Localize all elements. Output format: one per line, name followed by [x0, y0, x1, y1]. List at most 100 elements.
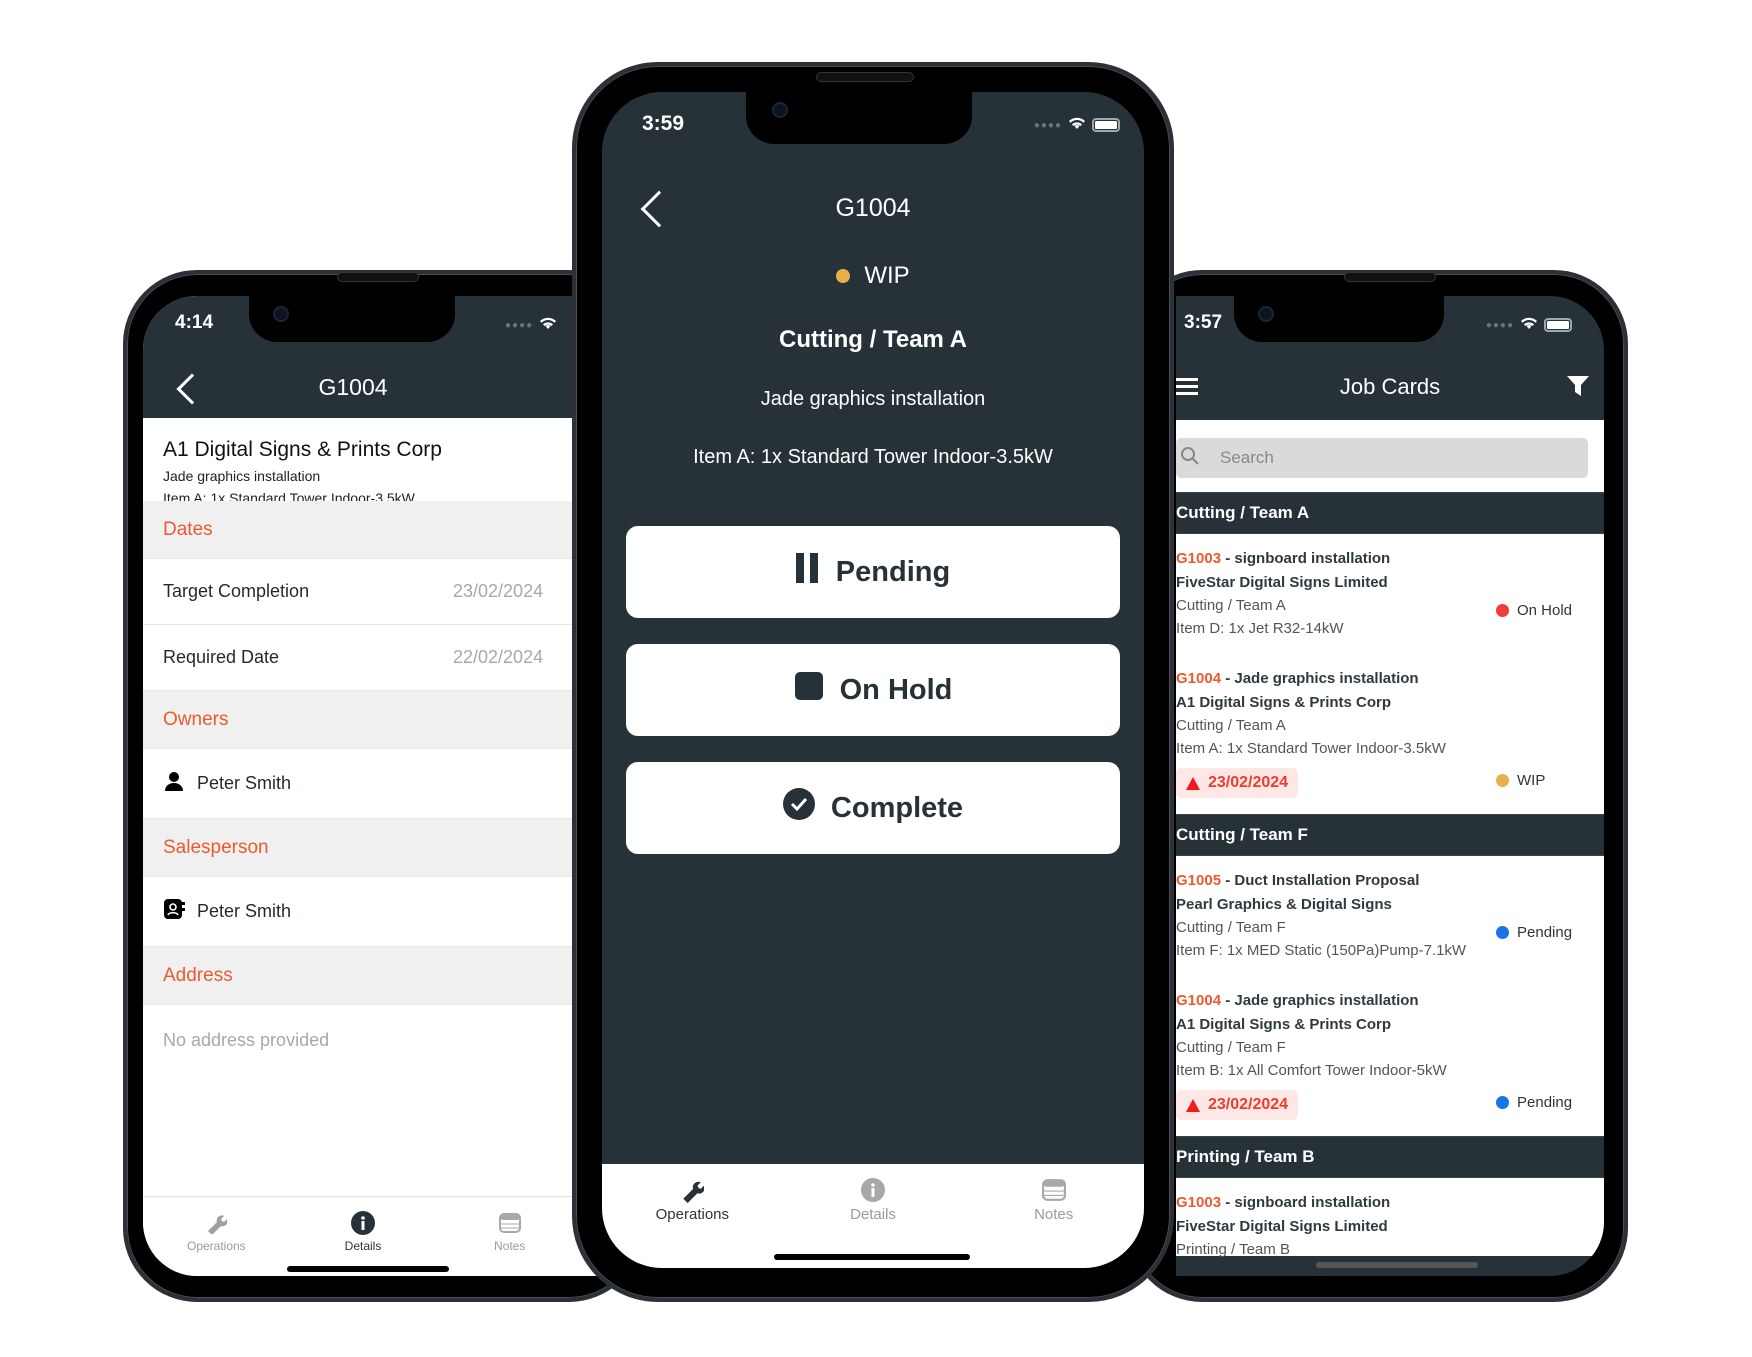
search-input[interactable]: Search: [1176, 438, 1588, 478]
home-indicator[interactable]: [287, 1266, 449, 1272]
status-badge: On Hold: [1496, 602, 1572, 619]
job-card[interactable]: G1004 - Jade graphics installation A1 Di…: [1176, 654, 1604, 814]
notch: [249, 296, 455, 342]
job-card[interactable]: G1004 - Jade graphics installation A1 Di…: [1176, 976, 1604, 1136]
status-dot-wip: [1496, 774, 1509, 787]
search-placeholder: Search: [1220, 448, 1274, 467]
notes-icon: [498, 1211, 522, 1235]
status-badge: Pending: [1496, 1094, 1572, 1111]
home-indicator[interactable]: [1316, 1262, 1478, 1268]
tab-notes[interactable]: Notes: [963, 1178, 1144, 1268]
stop-icon: [794, 671, 824, 709]
job-code: G1003: [1176, 550, 1222, 567]
on-hold-button-label: On Hold: [839, 673, 953, 706]
nav-bar: G1004: [143, 358, 639, 418]
wrench-icon: [204, 1211, 228, 1235]
status-dot-wip: [836, 269, 851, 283]
job-item: Item A: 1x Standard Tower Indoor-3.5kW: [693, 446, 1053, 468]
signal-icon: ●●●●: [1485, 319, 1514, 331]
status-badge: Pending: [1496, 924, 1572, 941]
speaker-grille: [1344, 272, 1436, 282]
job-status: WIP: [602, 262, 1144, 290]
group-header: Cutting / Team F: [1176, 814, 1604, 856]
check-circle-icon: [782, 788, 815, 828]
tab-details-label: Details: [344, 1239, 382, 1253]
job-title: - signboard installation: [1221, 550, 1391, 567]
row-owner[interactable]: Peter Smith: [143, 749, 639, 819]
job-summary: A1 Digital Signs & Prints Corp Jade grap…: [163, 438, 442, 506]
salesperson-name: Peter Smith: [197, 901, 292, 921]
job-team: Cutting / Team A: [1176, 597, 1286, 614]
job-description: Jade graphics installation: [163, 468, 321, 484]
status-dot-pending: [1496, 926, 1509, 939]
job-customer: FiveStar Digital Signs Limited: [1176, 1218, 1388, 1235]
job-title: - Jade graphics installation: [1221, 992, 1419, 1009]
warning-triangle-icon: [1186, 776, 1200, 790]
tab-details-label: Details: [850, 1206, 896, 1223]
required-date-value: 22/02/2024: [453, 647, 544, 667]
group-header: Cutting / Team A: [1176, 492, 1604, 534]
status-label: WIP: [1517, 772, 1546, 789]
tab-operations-label: Operations: [186, 1239, 246, 1253]
job-team: Cutting / Team F: [1176, 1039, 1286, 1056]
complete-button-label: Complete: [830, 791, 964, 824]
section-salesperson: Salesperson: [143, 819, 639, 877]
status-dot-on-hold: [1496, 604, 1509, 617]
job-description: Jade graphics installation: [760, 388, 986, 410]
job-item: Item A: 1x Standard Tower Indoor-3.5kW: [1176, 740, 1446, 757]
job-card[interactable]: G1003 - signboard installation FiveStar …: [1176, 534, 1604, 654]
job-card[interactable]: G1003 - signboard installation FiveStar …: [1176, 1178, 1604, 1258]
overdue-date: 23/02/2024: [1208, 774, 1289, 791]
status-label: On Hold: [1517, 602, 1573, 619]
contact-book-icon: [163, 898, 185, 925]
battery-icon: [1092, 118, 1120, 132]
signal-icon: ●●●●: [505, 319, 534, 331]
job-card[interactable]: G1005 - Duct Installation Proposal Pearl…: [1176, 856, 1604, 976]
overdue-date-badge: 23/02/2024: [1176, 1090, 1299, 1120]
job-team: Cutting / Team F: [1176, 919, 1286, 936]
job-team: Cutting / Team A: [1176, 717, 1286, 734]
job-code: G1004: [1176, 670, 1222, 687]
job-status-label: WIP: [864, 262, 910, 289]
camera: [273, 306, 289, 322]
on-hold-button[interactable]: On Hold: [626, 644, 1120, 736]
nav-title: G1004: [318, 374, 388, 400]
job-item: Item D: 1x Jet R32-14kW: [1176, 620, 1344, 637]
job-item: Item F: 1x MED Static (150Pa)Pump-7.1kW: [1176, 942, 1467, 959]
overdue-date: 23/02/2024: [1208, 1096, 1289, 1113]
row-salesperson[interactable]: Peter Smith: [143, 877, 639, 947]
speaker-grille: [337, 272, 419, 282]
status-label: Pending: [1517, 924, 1573, 941]
job-customer: FiveStar Digital Signs Limited: [1176, 574, 1388, 591]
status-dot-pending: [1496, 1096, 1509, 1109]
wifi-icon: [1520, 314, 1538, 336]
owner-name: Peter Smith: [197, 773, 292, 793]
department: Cutting / Team A: [779, 326, 967, 353]
job-item: Item B: 1x All Comfort Tower Indoor-5kW: [1176, 1062, 1447, 1079]
wifi-icon: [1068, 114, 1086, 136]
filter-icon[interactable]: [1566, 374, 1590, 403]
nav-title: G1004: [835, 194, 911, 222]
home-indicator[interactable]: [774, 1254, 970, 1260]
tab-operations-label: Operations: [655, 1206, 730, 1223]
job-customer: A1 Digital Signs & Prints Corp: [1176, 1016, 1392, 1033]
target-completion-value: 23/02/2024: [453, 581, 544, 601]
tab-operations[interactable]: Operations: [602, 1178, 783, 1268]
wrench-icon: [680, 1178, 705, 1203]
signal-icon: ●●●●: [1033, 119, 1062, 131]
job-title: - Duct Installation Proposal: [1221, 872, 1420, 889]
left-phone-details: 4:14 ●●●● G1004 A1 Digital Signs & Print…: [123, 270, 643, 1302]
job-title: - signboard installation: [1221, 1194, 1391, 1211]
job-code: G1003: [1176, 1194, 1222, 1211]
notes-icon: [1041, 1178, 1066, 1202]
tab-operations[interactable]: Operations: [143, 1211, 290, 1276]
status-label: Pending: [1517, 1094, 1573, 1111]
tab-notes-label: Notes: [494, 1239, 526, 1253]
tab-notes[interactable]: Notes: [436, 1211, 583, 1276]
complete-button[interactable]: Complete: [626, 762, 1120, 854]
person-icon: [163, 770, 185, 797]
pending-button[interactable]: Pending: [626, 526, 1120, 618]
tab-bar: Operations Details Notes: [602, 1164, 1144, 1268]
notch: [1234, 296, 1444, 342]
operations-screen: 3:59 ●●●● G1004 WIP Cutting / Team A Jad…: [602, 92, 1144, 1268]
